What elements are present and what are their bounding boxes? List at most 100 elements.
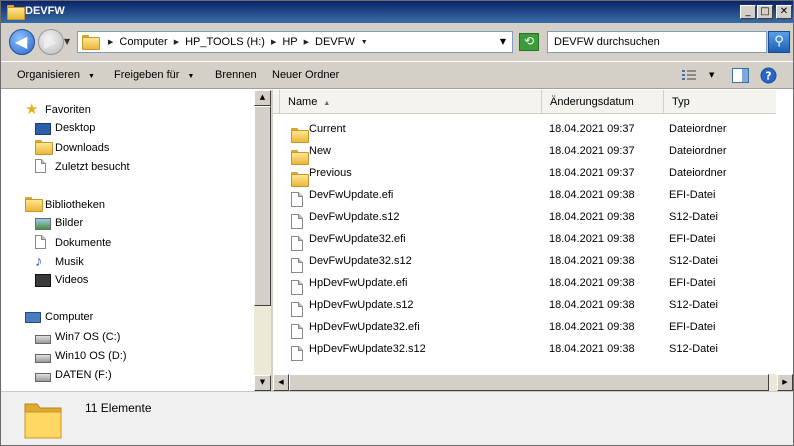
file-type: EFI-Datei <box>669 233 716 245</box>
chevron-right-icon[interactable]: ▶ <box>271 38 276 46</box>
column-date[interactable]: Änderungsdatum <box>541 90 663 114</box>
table-row[interactable]: New 18.04.2021 09:37 Dateiordner <box>273 141 793 165</box>
refresh-icon: ⟲ <box>523 34 535 48</box>
burn-button[interactable]: Brennen <box>215 69 257 81</box>
file-date: 18.04.2021 09:38 <box>549 343 635 355</box>
scroll-left-icon[interactable]: ◀ <box>273 374 289 391</box>
horizontal-scroll-thumb[interactable] <box>289 374 769 391</box>
history-dropdown-icon[interactable]: ▼ <box>64 37 70 46</box>
search-input[interactable] <box>548 32 766 52</box>
table-row[interactable]: Previous 18.04.2021 09:37 Dateiordner <box>273 163 793 187</box>
chevron-right-icon[interactable]: ▶ <box>174 38 179 46</box>
maximize-button[interactable]: □ <box>757 5 773 19</box>
breadcrumb-hp-tools[interactable]: HP_TOOLS (H:) <box>185 36 265 48</box>
nav-scroll-thumb[interactable] <box>254 106 271 306</box>
nav-item-music[interactable]: ♪ Musik <box>35 254 84 270</box>
nav-favorites[interactable]: ★ Favoriten <box>25 102 91 118</box>
scroll-right-icon[interactable]: ▶ <box>777 374 793 391</box>
nav-item-videos[interactable]: Videos <box>35 273 88 287</box>
table-row[interactable]: HpDevFwUpdate32.s12 18.04.2021 09:38 S12-D… <box>273 339 793 361</box>
documents-icon <box>35 235 51 251</box>
table-row[interactable]: HpDevFwUpdate32.efi 18.04.2021 09:38 EFI-D… <box>273 317 793 339</box>
table-row[interactable]: HpDevFwUpdate.efi 18.04.2021 09:38 EFI-Dat… <box>273 273 793 295</box>
back-button[interactable]: ◀ <box>9 29 35 55</box>
column-name[interactable]: Name ▲ <box>279 90 541 114</box>
column-date-label: Änderungsdatum <box>550 96 634 108</box>
chevron-right-icon[interactable]: ▼ <box>361 39 368 46</box>
burn-label: Brennen <box>215 69 257 81</box>
share-label: Freigeben für <box>114 69 180 81</box>
table-row[interactable]: DevFwUpdate.efi 18.04.2021 09:38 EFI-Datei <box>273 185 793 207</box>
file-type: EFI-Datei <box>669 277 716 289</box>
nav-item-drive-d[interactable]: Win10 OS (D:) <box>35 349 127 363</box>
table-row[interactable]: DevFwUpdate32.efi 18.04.2021 09:38 EFI-Dat… <box>273 229 793 251</box>
scroll-down-icon[interactable]: ▼ <box>254 375 271 391</box>
file-name: Previous <box>309 167 352 179</box>
table-row[interactable]: DevFwUpdate32.s12 18.04.2021 09:38 S12-Dat… <box>273 251 793 273</box>
nav-item-drive-f[interactable]: DATEN (F:) <box>35 368 112 382</box>
nav-computer[interactable]: Computer <box>25 311 93 323</box>
file-icon <box>291 188 305 207</box>
file-icon <box>291 210 305 229</box>
view-options-dropdown-icon[interactable]: ▼ <box>709 71 714 79</box>
address-row: ◀ ▶ ▼ ▶ Computer ▶ HP_TOOLS (H:) ▶ HP ▶ … <box>1 23 793 61</box>
title-bar[interactable]: DEVFW _ □ ✕ <box>1 1 793 23</box>
column-type[interactable]: Typ <box>663 90 783 114</box>
nav-scrollbar[interactable]: ▲ ▼ <box>254 90 271 391</box>
file-type: EFI-Datei <box>669 321 716 333</box>
close-button[interactable]: ✕ <box>776 5 792 19</box>
nav-item-desktop[interactable]: Desktop <box>35 121 95 135</box>
scroll-up-icon[interactable]: ▲ <box>254 90 271 106</box>
file-name: DevFwUpdate32.s12 <box>309 255 412 267</box>
nav-item-downloads[interactable]: Downloads <box>35 140 109 156</box>
breadcrumb-computer[interactable]: Computer <box>119 36 167 48</box>
chevron-right-icon[interactable]: ▶ <box>304 38 309 46</box>
address-bar[interactable]: ▶ Computer ▶ HP_TOOLS (H:) ▶ HP ▶ DEVFW … <box>77 31 513 53</box>
file-icon <box>291 232 305 251</box>
folder-icon <box>7 5 25 21</box>
table-row[interactable]: DevFwUpdate.s12 18.04.2021 09:38 S12-Datei <box>273 207 793 229</box>
view-details-icon[interactable] <box>681 68 697 82</box>
file-name: HpDevFwUpdate32.s12 <box>309 343 426 355</box>
nav-libraries-label: Bibliotheken <box>45 199 105 211</box>
nav-item-documents[interactable]: Dokumente <box>35 235 111 251</box>
table-row[interactable]: Current 18.04.2021 09:37 Dateiordner <box>273 119 793 143</box>
minimize-button[interactable]: _ <box>740 5 756 19</box>
file-type: Dateiordner <box>669 145 727 157</box>
nav-item-label: Win10 OS (D:) <box>55 350 127 362</box>
arrow-left-icon: ◀ <box>15 32 28 51</box>
table-row[interactable]: HpDevFwUpdate.s12 18.04.2021 09:38 S12-Dat… <box>273 295 793 317</box>
forward-button[interactable]: ▶ <box>38 29 64 55</box>
organize-button[interactable]: Organisieren ▼ <box>17 69 95 81</box>
breadcrumb-devfw[interactable]: DEVFW <box>315 36 355 48</box>
file-date: 18.04.2021 09:38 <box>549 189 635 201</box>
file-name: Current <box>309 123 346 135</box>
new-folder-button[interactable]: Neuer Ordner <box>272 69 339 81</box>
computer-icon <box>25 312 41 323</box>
file-date: 18.04.2021 09:37 <box>549 145 635 157</box>
nav-item-pictures[interactable]: Bilder <box>35 216 83 230</box>
desktop-icon <box>35 123 51 135</box>
file-list: Name ▲ Änderungsdatum Typ Current 18.04.20… <box>273 90 793 391</box>
refresh-button[interactable]: ⟲ <box>519 33 539 51</box>
file-name: DevFwUpdate.efi <box>309 189 394 201</box>
help-icon[interactable]: ? <box>760 67 777 84</box>
file-type: Dateiordner <box>669 123 727 135</box>
preview-pane-icon[interactable] <box>732 68 749 83</box>
search-button[interactable]: ⚲ <box>768 31 790 53</box>
nav-item-label: Win7 OS (C:) <box>55 331 121 343</box>
file-list-scrollbar[interactable]: ◀ ▶ <box>273 374 793 391</box>
address-dropdown-icon[interactable]: ▼ <box>500 37 506 46</box>
file-icon <box>291 276 305 295</box>
file-icon <box>291 254 305 273</box>
chevron-right-icon[interactable]: ▶ <box>108 38 113 46</box>
file-name: New <box>309 145 332 157</box>
nav-item-drive-c[interactable]: Win7 OS (C:) <box>35 330 120 344</box>
share-button[interactable]: Freigeben für ▼ <box>114 69 194 81</box>
file-type: S12-Datei <box>669 299 718 311</box>
file-type: S12-Datei <box>669 255 718 267</box>
arrow-right-icon: ▶ <box>44 32 57 51</box>
nav-item-recent[interactable]: Zuletzt besucht <box>35 159 130 175</box>
nav-libraries[interactable]: Bibliotheken <box>25 197 105 213</box>
breadcrumb-hp[interactable]: HP <box>282 36 297 48</box>
